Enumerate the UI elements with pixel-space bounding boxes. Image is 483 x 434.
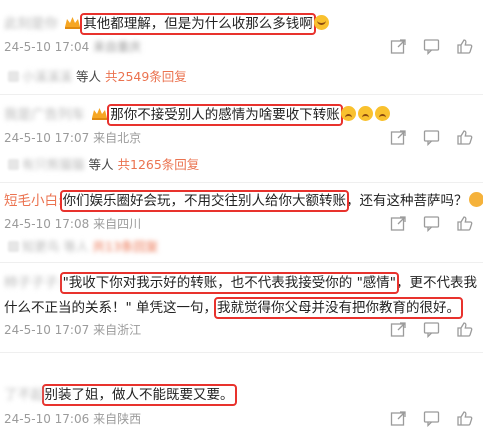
comment-icon[interactable] [423, 410, 440, 427]
fan-badge-icon [92, 108, 108, 120]
cry-emoji-icon [340, 106, 356, 121]
comment-date: 24-5-10 17:08 [4, 217, 90, 231]
comment-text-rest: ，更不代表我 [395, 275, 477, 291]
reply-summary[interactable]: 知更鸟 等人 共13条回复 [8, 238, 158, 256]
reply-count[interactable]: 共2549条回复 [105, 69, 187, 84]
reply-username: 有只熊猫猫 [22, 157, 85, 172]
comment-feed: 此刻是你 其他都理解，但是为什么收那么多钱啊 24-5-10 17:04 来自重… [0, 0, 483, 434]
divider [0, 182, 483, 183]
reply-count[interactable]: 共13条回复 [93, 239, 159, 254]
comment-username[interactable]: 了不起 [4, 387, 45, 403]
comment-icon[interactable] [423, 38, 440, 55]
comment-username[interactable]: 短毛小白: [4, 193, 63, 209]
comment-icon[interactable] [423, 215, 440, 232]
comment-actions [390, 215, 473, 232]
comment-date: 24-5-10 17:06 [4, 412, 90, 426]
reply-avatar [8, 241, 19, 252]
share-icon[interactable] [390, 321, 407, 338]
comment-location: 来自北京 [93, 131, 142, 145]
comment-actions [390, 38, 473, 55]
reply-suffix: 等人 [63, 239, 89, 254]
comment-text-highlighted: 我就觉得你父母并没有把你教育的很好。 [214, 297, 464, 319]
grin-emoji-icon [313, 15, 329, 30]
share-icon[interactable] [390, 410, 407, 427]
comment-icon[interactable] [423, 129, 440, 146]
comment-actions [390, 129, 473, 146]
reply-count[interactable]: 共1265条回复 [118, 157, 200, 172]
comment-actions [390, 410, 473, 427]
comment-text: 那你不接受别人的感情为啥要收下转账 [107, 104, 343, 126]
thinking-emoji-icon [468, 192, 483, 207]
comment-text-line2: 什么不正当的关系！" 单凭这一句， [4, 300, 218, 316]
comment-location: 来自四川 [93, 217, 142, 231]
reply-username: 知更鸟 [22, 239, 60, 254]
comment-date: 24-5-10 17:07 [4, 131, 90, 145]
comment-text: 别装了姐，做人不能既要又要。 [41, 384, 237, 406]
like-icon[interactable] [456, 321, 473, 338]
share-icon[interactable] [390, 38, 407, 55]
fan-badge-icon [65, 17, 81, 29]
comment-text-highlighted: 你们娱乐圈好会玩，不用交往别人给你大额转账 [59, 190, 350, 212]
reply-avatar [8, 71, 19, 82]
comment-location: 来自陕西 [93, 412, 142, 426]
reply-summary[interactable]: 小溪溪溪 等人 共2549条回复 [8, 68, 187, 86]
like-icon[interactable] [456, 215, 473, 232]
cry-emoji-icon [374, 106, 390, 121]
comment-text: 其他都理解，但是为什么收那么多钱啊 [80, 13, 316, 35]
comment-text-rest: ，还有这种菩萨吗？ [346, 193, 468, 209]
comment-icon[interactable] [423, 321, 440, 338]
like-icon[interactable] [456, 129, 473, 146]
like-icon[interactable] [456, 38, 473, 55]
reply-suffix: 等人 [88, 157, 114, 172]
share-icon[interactable] [390, 215, 407, 232]
divider [0, 262, 483, 263]
like-icon[interactable] [456, 410, 473, 427]
divider [0, 94, 483, 95]
share-icon[interactable] [390, 129, 407, 146]
reply-username: 小溪溪溪 [22, 69, 73, 84]
comment-location: 来自重庆 [93, 40, 142, 54]
comment-username[interactable]: 柿子子子: [4, 275, 63, 291]
comment-date: 24-5-10 17:04 [4, 40, 90, 54]
cry-emoji-icon [357, 106, 373, 121]
divider [0, 352, 483, 353]
comment-actions [390, 321, 473, 338]
reply-avatar [8, 159, 19, 170]
comment-username[interactable]: 我是广告列车 [4, 107, 85, 123]
comment-date: 24-5-10 17:07 [4, 323, 90, 337]
comment-text-highlighted: "我收下你对我示好的转账，也不代表我接受你的 "感情" [59, 272, 399, 294]
reply-suffix: 等人 [76, 69, 102, 84]
reply-summary[interactable]: 有只熊猫猫 等人 共1265条回复 [8, 156, 199, 174]
comment-location: 来自浙江 [93, 323, 142, 337]
comment-username[interactable]: 此刻是你 [4, 16, 58, 32]
